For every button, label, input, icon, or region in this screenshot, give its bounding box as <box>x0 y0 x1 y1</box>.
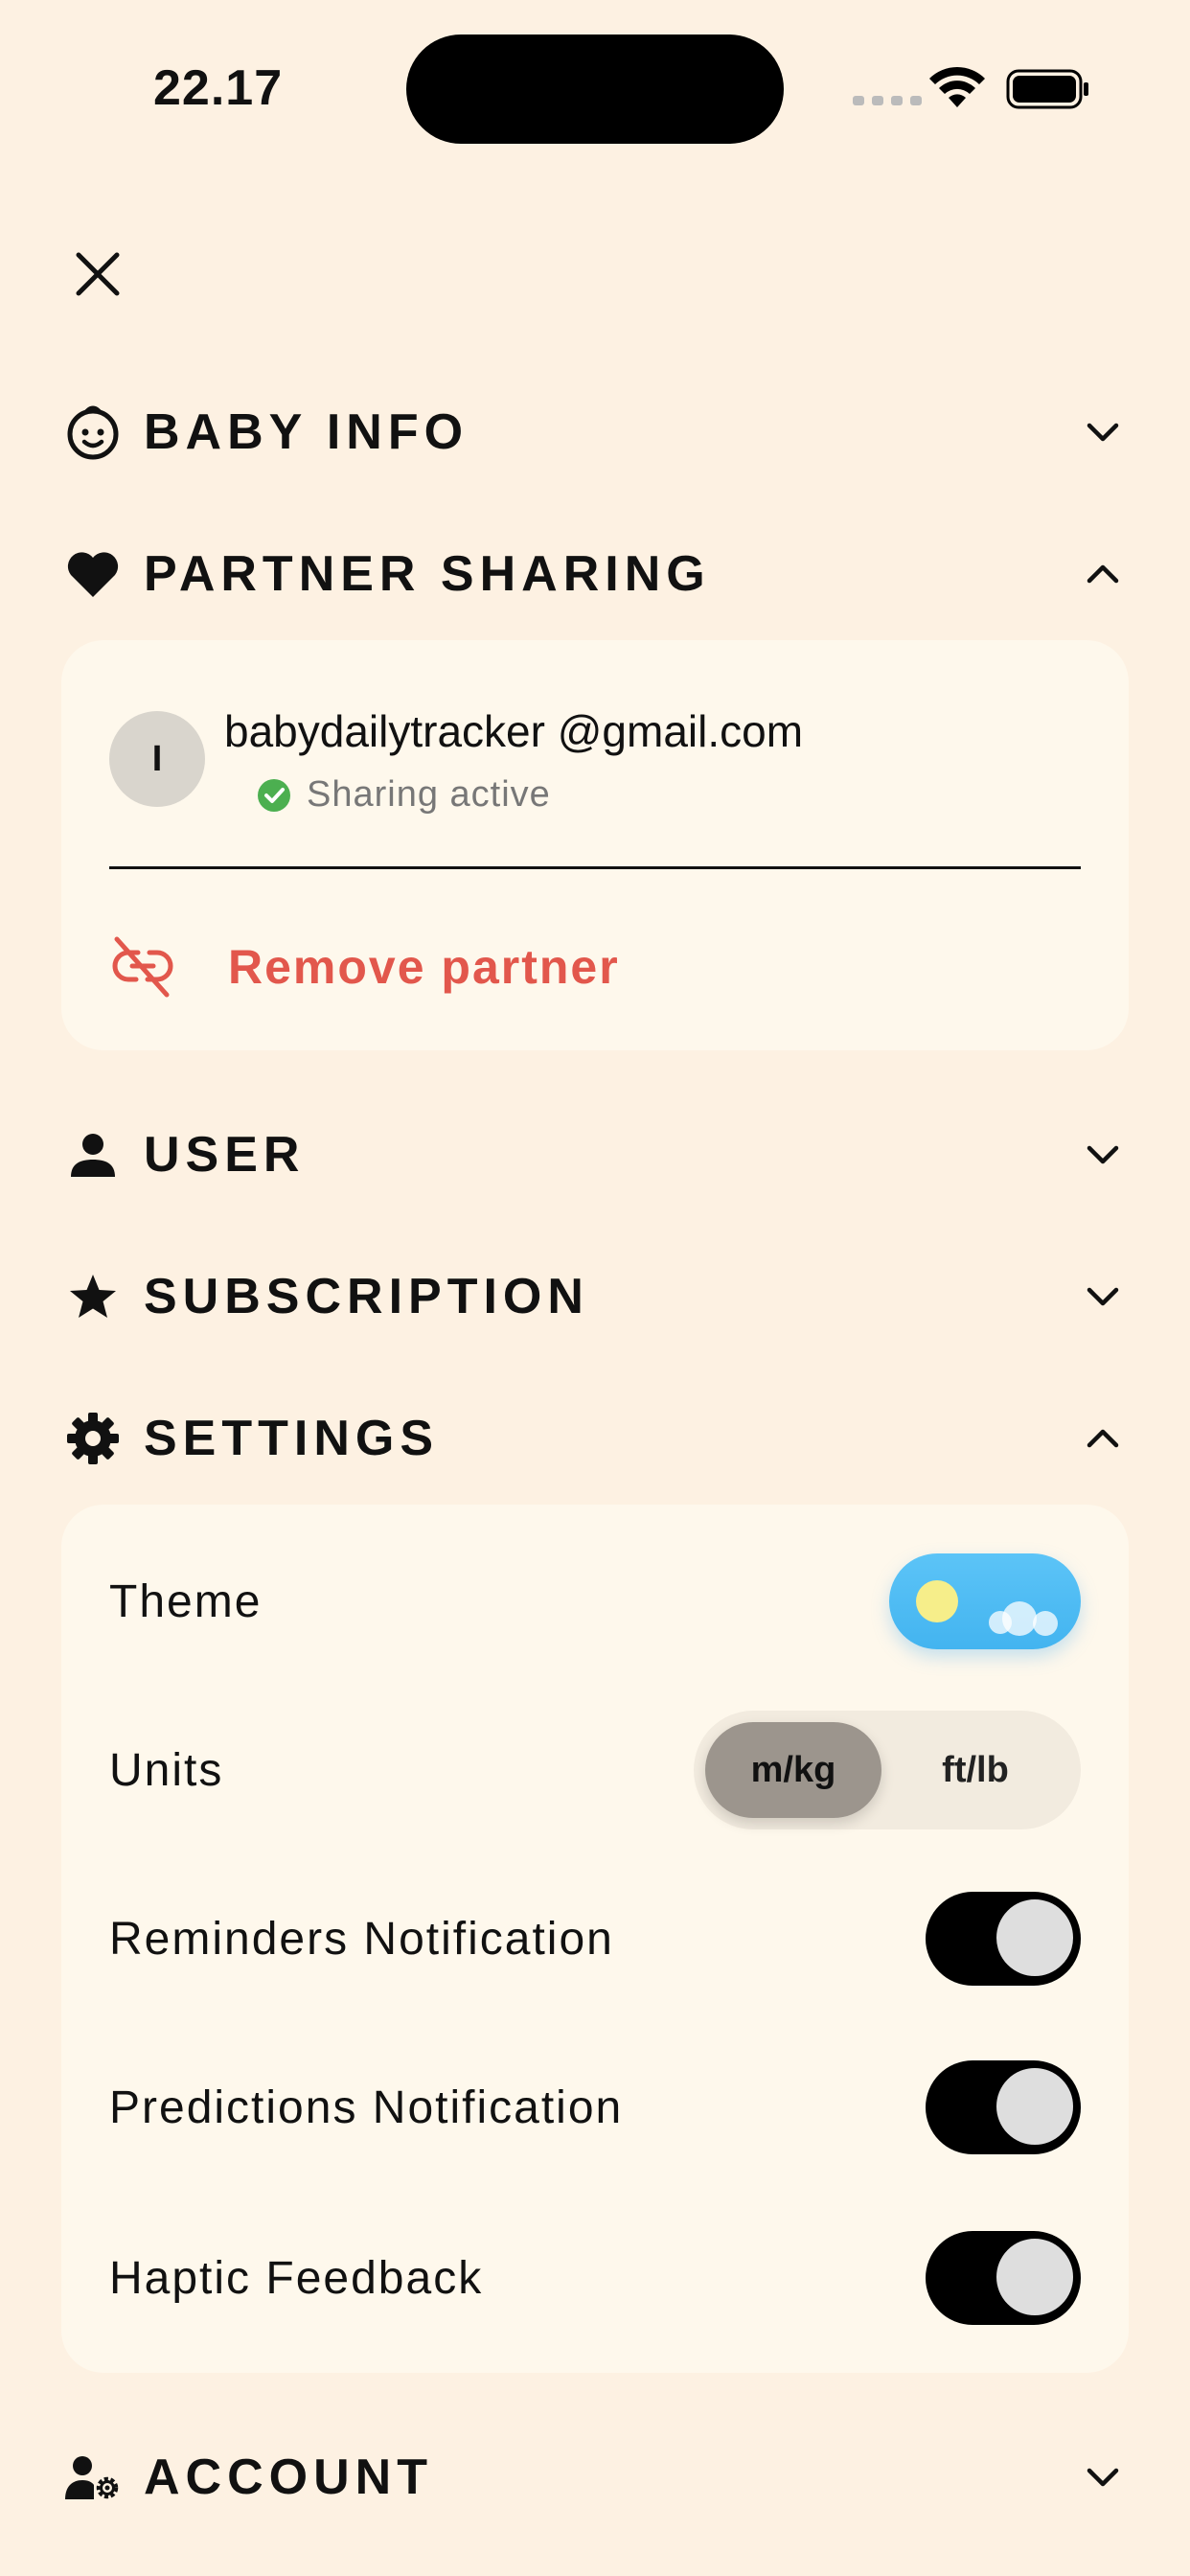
section-title: SETTINGS <box>144 1411 440 1466</box>
remove-partner-button[interactable]: Remove partner <box>109 924 620 1010</box>
status-time: 22.17 <box>153 60 284 116</box>
heart-icon <box>63 544 123 604</box>
avatar: I <box>109 711 205 807</box>
units-label: Units <box>109 1744 224 1796</box>
section-baby-info[interactable]: BABY INFO <box>63 389 1127 475</box>
cloud-icon <box>1002 1601 1037 1636</box>
partner-email: babydailytracker @gmail.com <box>224 706 804 756</box>
battery-icon <box>1006 69 1088 109</box>
chevron-down-icon <box>1079 1131 1127 1179</box>
section-title: ACCOUNT <box>144 2450 433 2505</box>
gear-icon <box>63 1409 123 1468</box>
section-title: SUBSCRIPTION <box>144 1269 589 1324</box>
cellular-signal-icon <box>853 96 922 105</box>
theme-toggle[interactable] <box>889 1553 1081 1649</box>
chevron-up-icon <box>1079 550 1127 598</box>
chevron-down-icon <box>1079 1273 1127 1321</box>
haptic-label: Haptic Feedback <box>109 2252 484 2304</box>
link-off-icon <box>112 936 173 998</box>
predictions-toggle[interactable] <box>926 2060 1081 2154</box>
sharing-status-text: Sharing active <box>307 774 551 815</box>
predictions-label: Predictions Notification <box>109 2082 624 2133</box>
check-circle-icon <box>258 778 290 812</box>
section-account[interactable]: ACCOUNT <box>63 2434 1127 2520</box>
close-icon <box>76 252 120 296</box>
section-title: BABY INFO <box>144 404 469 460</box>
toggle-knob <box>995 2237 1075 2317</box>
haptic-row: Haptic Feedback <box>109 2225 1081 2331</box>
toggle-knob <box>995 2066 1075 2147</box>
section-partner-sharing[interactable]: PARTNER SHARING <box>63 531 1127 617</box>
predictions-row: Predictions Notification <box>109 2055 1081 2160</box>
dynamic-island <box>406 34 784 144</box>
user-gear-icon <box>63 2448 123 2507</box>
close-button[interactable] <box>63 240 132 309</box>
baby-face-icon <box>63 402 123 462</box>
chevron-down-icon <box>1079 2453 1127 2501</box>
sun-icon <box>916 1580 958 1622</box>
units-segmented-control: m/kg ft/lb <box>694 1711 1081 1829</box>
status-bar: 22.17 <box>0 0 1190 153</box>
sharing-status: Sharing active <box>257 774 551 816</box>
section-settings[interactable]: SETTINGS <box>63 1395 1127 1482</box>
chevron-up-icon <box>1079 1414 1127 1462</box>
star-icon <box>63 1267 123 1326</box>
section-title: PARTNER SHARING <box>144 546 711 602</box>
partner-card: I babydailytracker @gmail.com Sharing ac… <box>61 640 1129 1050</box>
units-row: Units m/kg ft/lb <box>109 1711 1081 1829</box>
reminders-row: Reminders Notification <box>109 1886 1081 1991</box>
section-title: USER <box>144 1127 306 1183</box>
chevron-down-icon <box>1079 408 1127 456</box>
section-subscription[interactable]: SUBSCRIPTION <box>63 1254 1127 1340</box>
units-option-imperial[interactable]: ft/lb <box>881 1722 1069 1818</box>
settings-card: Theme Units m/kg ft/lb Reminders Notific… <box>61 1505 1129 2373</box>
haptic-toggle[interactable] <box>926 2231 1081 2325</box>
reminders-toggle[interactable] <box>926 1892 1081 1986</box>
theme-label: Theme <box>109 1576 263 1627</box>
divider <box>109 866 1081 869</box>
section-user[interactable]: USER <box>63 1112 1127 1198</box>
units-option-metric[interactable]: m/kg <box>705 1722 881 1818</box>
remove-partner-label: Remove partner <box>228 940 620 994</box>
wifi-icon <box>929 66 985 107</box>
person-icon <box>63 1125 123 1184</box>
theme-row: Theme <box>109 1549 1081 1654</box>
cloud-icon <box>1033 1611 1058 1636</box>
reminders-label: Reminders Notification <box>109 1913 614 1965</box>
toggle-knob <box>995 1898 1075 1978</box>
